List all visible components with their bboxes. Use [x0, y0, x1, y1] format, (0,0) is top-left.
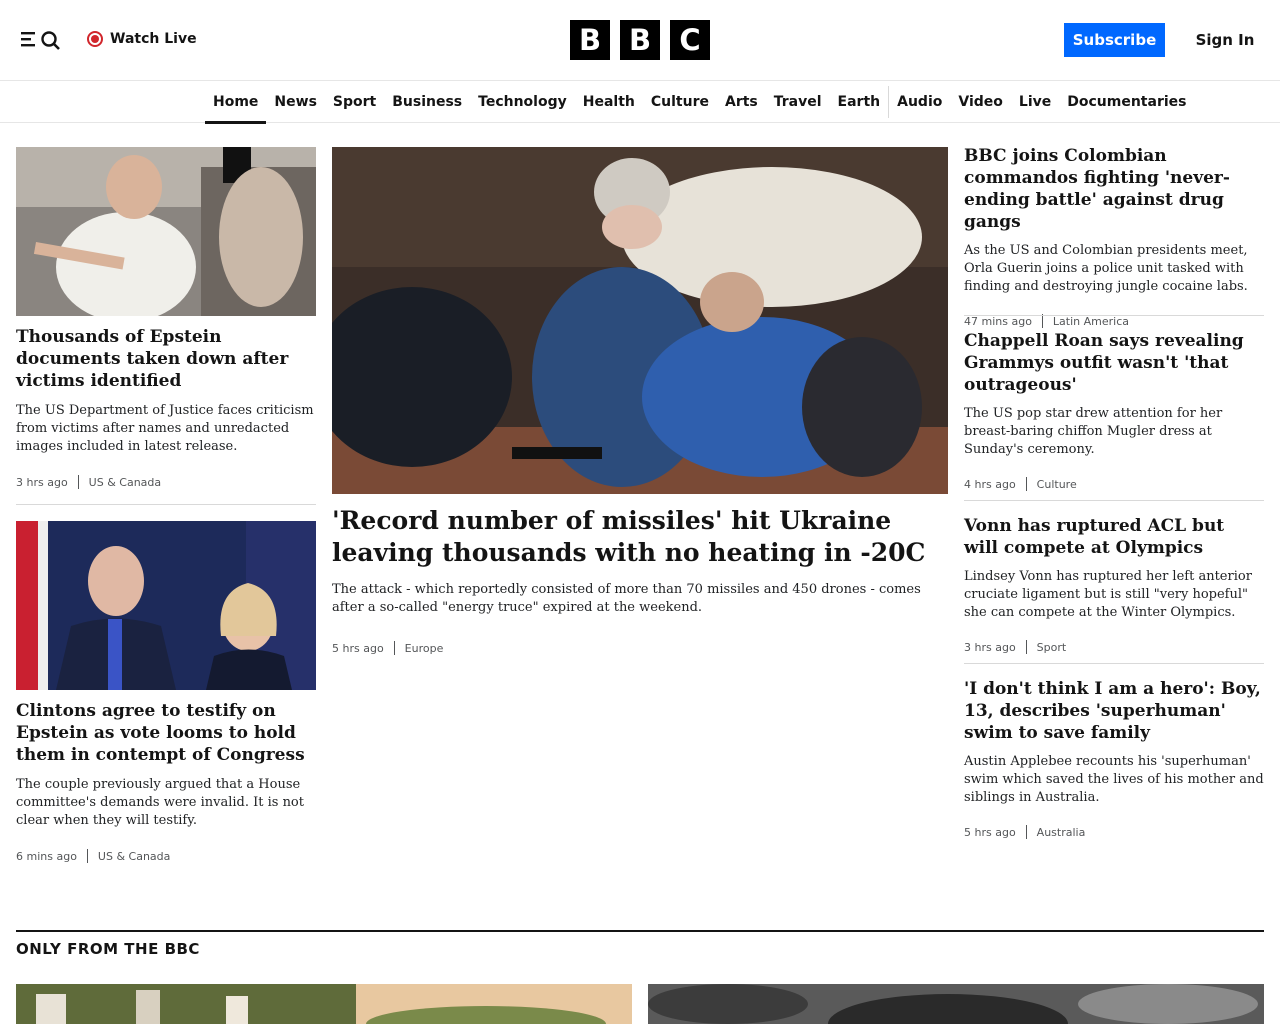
meta-divider — [1025, 477, 1027, 491]
story-meta: 5 hrs ago Australia — [964, 825, 1264, 839]
logo-letter: B — [570, 20, 610, 60]
story-summary: As the US and Colombian presidents meet,… — [964, 243, 1248, 294]
nav-earth[interactable]: Earth — [830, 81, 889, 123]
story-image[interactable] — [16, 147, 316, 316]
story-meta: 4 hrs ago Culture — [964, 477, 1264, 491]
meta-divider — [1025, 640, 1027, 654]
main-nav: Home News Sport Business Technology Heal… — [0, 81, 1280, 124]
story-headline[interactable]: Chappell Roan says revealing Grammys out… — [964, 330, 1264, 396]
story-card: BBC joins Colombian commandos fighting '… — [964, 145, 1264, 328]
story-tag[interactable]: Europe — [405, 642, 444, 655]
story-summary: The US Department of Justice faces criti… — [16, 403, 314, 454]
bbc-logo[interactable]: B B C — [570, 20, 710, 60]
menu-search-button[interactable] — [21, 28, 63, 50]
nav-audio[interactable]: Audio — [889, 81, 950, 123]
nav-list: Home News Sport Business Technology Heal… — [205, 81, 1194, 124]
meta-divider — [1041, 314, 1043, 328]
lead-story-image[interactable] — [332, 147, 948, 494]
story-card: 'I don't think I am a hero': Boy, 13, de… — [964, 678, 1264, 839]
story-card: Clintons agree to testify on Epstein as … — [16, 700, 316, 863]
story-meta: 3 hrs ago US & Canada — [16, 475, 316, 489]
story-summary: Lindsey Vonn has ruptured her left anter… — [964, 569, 1252, 620]
story-tag[interactable]: US & Canada — [89, 476, 161, 489]
story-headline[interactable]: Vonn has ruptured ACL but will compete a… — [964, 515, 1264, 559]
watch-live-label: Watch Live — [110, 31, 197, 47]
story-tag[interactable]: Culture — [1037, 478, 1077, 491]
story-summary: The US pop star drew attention for her b… — [964, 406, 1223, 457]
section-rule — [16, 930, 1264, 932]
menu-icon — [21, 31, 60, 50]
nav-home[interactable]: Home — [205, 81, 267, 124]
story-time: 6 mins ago — [16, 849, 77, 863]
story-time: 47 mins ago — [964, 314, 1032, 328]
story-tag[interactable]: Latin America — [1053, 315, 1129, 328]
logo-letter: B — [620, 20, 660, 60]
story-meta: 6 mins ago US & Canada — [16, 849, 316, 863]
divider — [964, 663, 1264, 664]
nav-arts[interactable]: Arts — [717, 81, 766, 123]
story-meta: 5 hrs ago Europe — [332, 641, 948, 655]
divider — [964, 315, 1264, 316]
story-card: Vonn has ruptured ACL but will compete a… — [964, 515, 1264, 654]
site-header: Watch Live B B C Subscribe Sign In — [0, 0, 1280, 81]
nav-technology[interactable]: Technology — [470, 81, 575, 123]
story-time: 4 hrs ago — [964, 477, 1016, 491]
story-headline[interactable]: Thousands of Epstein documents taken dow… — [16, 326, 316, 392]
lead-story-headline[interactable]: 'Record number of missiles' hit Ukraine … — [332, 505, 948, 569]
story-time: 5 hrs ago — [332, 641, 384, 655]
sign-in-button[interactable]: Sign In — [1190, 23, 1260, 57]
subscribe-button[interactable]: Subscribe — [1064, 23, 1165, 57]
live-icon — [87, 31, 103, 47]
logo-letter: C — [670, 20, 710, 60]
divider — [964, 500, 1264, 501]
story-time: 3 hrs ago — [16, 475, 68, 489]
watch-live-link[interactable]: Watch Live — [87, 28, 197, 50]
search-icon — [41, 31, 60, 50]
story-image[interactable] — [16, 521, 316, 690]
meta-divider — [77, 475, 79, 489]
story-tag[interactable]: US & Canada — [98, 850, 170, 863]
story-card: Chappell Roan says revealing Grammys out… — [964, 330, 1264, 491]
lead-story-card: 'Record number of missiles' hit Ukraine … — [332, 505, 948, 655]
meta-divider — [1025, 825, 1027, 839]
nav-culture[interactable]: Culture — [643, 81, 717, 123]
nav-travel[interactable]: Travel — [766, 81, 830, 123]
story-meta: 3 hrs ago Sport — [964, 640, 1264, 654]
meta-divider — [86, 849, 88, 863]
meta-divider — [393, 641, 395, 655]
story-time: 5 hrs ago — [964, 825, 1016, 839]
nav-sport[interactable]: Sport — [325, 81, 384, 123]
story-summary: Austin Applebee recounts his 'superhuman… — [964, 754, 1264, 805]
nav-health[interactable]: Health — [575, 81, 643, 123]
feature-image[interactable] — [648, 984, 1264, 1024]
feature-image[interactable] — [16, 984, 632, 1024]
nav-video[interactable]: Video — [950, 81, 1011, 123]
story-meta: 47 mins ago Latin America — [964, 314, 1264, 328]
lead-story-summary: The attack - which reportedly consisted … — [332, 582, 921, 615]
story-card: Thousands of Epstein documents taken dow… — [16, 326, 316, 489]
story-time: 3 hrs ago — [964, 640, 1016, 654]
story-summary: The couple previously argued that a Hous… — [16, 777, 304, 828]
nav-business[interactable]: Business — [384, 81, 470, 123]
story-headline[interactable]: BBC joins Colombian commandos fighting '… — [964, 145, 1264, 233]
story-headline[interactable]: 'I don't think I am a hero': Boy, 13, de… — [964, 678, 1264, 744]
story-tag[interactable]: Australia — [1037, 826, 1086, 839]
story-headline[interactable]: Clintons agree to testify on Epstein as … — [16, 700, 316, 766]
divider — [16, 504, 316, 505]
nav-live[interactable]: Live — [1011, 81, 1059, 123]
section-title: ONLY FROM THE BBC — [16, 940, 200, 958]
nav-news[interactable]: News — [266, 81, 324, 123]
nav-documentaries[interactable]: Documentaries — [1059, 81, 1194, 123]
story-tag[interactable]: Sport — [1037, 641, 1067, 654]
